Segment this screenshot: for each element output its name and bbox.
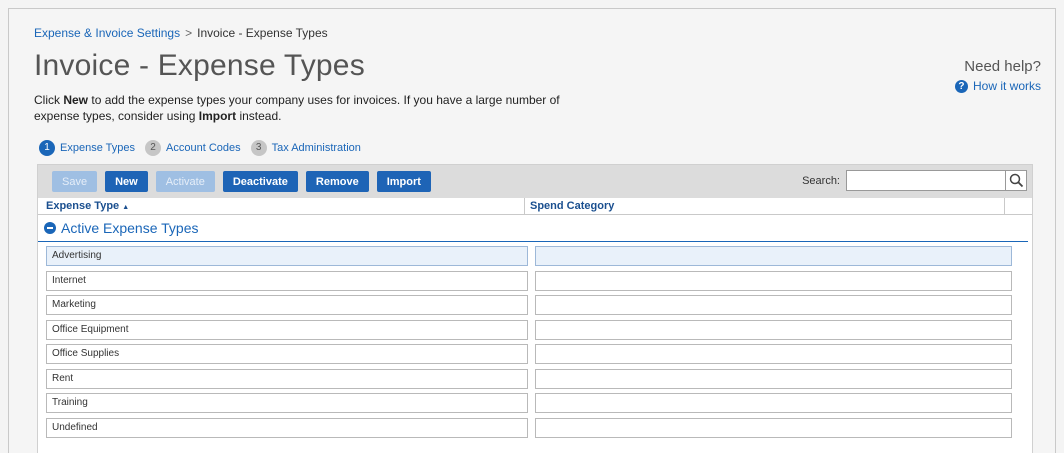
step-expense-types[interactable]: 1 Expense Types	[39, 140, 135, 156]
search-area: Search:	[802, 170, 1027, 191]
desc-text-3: instead.	[236, 109, 282, 123]
expense-type-cell: Undefined	[46, 417, 528, 438]
new-button[interactable]: New	[105, 171, 148, 192]
activate-button[interactable]: Activate	[155, 171, 215, 192]
deactivate-button[interactable]: Deactivate	[222, 171, 298, 192]
spend-category-cell	[535, 246, 1012, 267]
expense-type-cell: Office Supplies	[46, 344, 528, 365]
table-body: Advertising Internet Marketing Office Eq…	[38, 242, 1032, 440]
help-area: Need help? ? How it works	[954, 58, 1041, 94]
spend-category-cell	[535, 270, 1012, 291]
how-it-works-label: How it works	[972, 79, 1041, 93]
collapse-icon	[44, 222, 56, 234]
expense-type-cell: Office Equipment	[46, 319, 528, 340]
table-row[interactable]: Marketing	[38, 293, 1032, 318]
step-tax-administration[interactable]: 3 Tax Administration	[250, 140, 361, 156]
search-icon	[1009, 173, 1023, 188]
breadcrumb-parent-link[interactable]: Expense & Invoice Settings	[34, 26, 180, 40]
table-row[interactable]: Office Supplies	[38, 342, 1032, 367]
column-header-spend-category[interactable]: Spend Category	[525, 198, 1005, 214]
spend-category-cell	[535, 417, 1012, 438]
step-number: 2	[145, 140, 162, 156]
desc-new-word: New	[63, 93, 89, 107]
breadcrumb: Expense & Invoice Settings > Invoice - Exp…	[34, 26, 328, 40]
import-button[interactable]: Import	[376, 171, 431, 192]
column-header-label: Expense Type	[46, 200, 120, 212]
need-help-label: Need help?	[964, 58, 1041, 75]
search-label: Search:	[802, 174, 840, 187]
expense-type-cell: Training	[46, 393, 528, 414]
spend-category-cell	[535, 393, 1012, 414]
spend-category-cell	[535, 368, 1012, 389]
step-label: Tax Administration	[271, 142, 361, 154]
wizard-steps: 1 Expense Types 2 Account Codes 3 Tax Admin…	[39, 140, 371, 156]
page-description: Click New to add the expense types your …	[34, 92, 604, 124]
table-header: Expense Type ▲ Spend Category	[38, 198, 1032, 215]
page-title: Invoice - Expense Types	[34, 49, 365, 82]
sort-asc-icon: ▲	[122, 204, 130, 211]
toolbar: Save New Activate Deactivate Remove Impo…	[38, 165, 1032, 198]
step-account-codes[interactable]: 2 Account Codes	[145, 140, 241, 156]
table-row[interactable]: Rent	[38, 367, 1032, 392]
expense-types-panel: Save New Activate Deactivate Remove Impo…	[37, 164, 1033, 453]
save-button[interactable]: Save	[52, 171, 98, 192]
expense-type-cell: Internet	[46, 270, 528, 291]
group-header-active[interactable]: Active Expense Types	[38, 215, 1028, 242]
expense-type-cell: Rent	[46, 368, 528, 389]
breadcrumb-separator: >	[185, 26, 193, 40]
step-number: 3	[250, 140, 267, 156]
spend-category-cell	[535, 295, 1012, 316]
step-label: Expense Types	[60, 142, 136, 154]
table-row[interactable]: Advertising	[38, 244, 1032, 269]
desc-text-1: Click	[34, 93, 64, 107]
search-input[interactable]	[846, 170, 1006, 191]
question-icon: ?	[954, 79, 968, 93]
expense-type-cell: Advertising	[46, 246, 528, 267]
column-header-expense-type[interactable]: Expense Type ▲	[38, 198, 525, 214]
desc-import-word: Import	[198, 109, 237, 123]
table-row[interactable]: Office Equipment	[38, 318, 1032, 343]
table-row[interactable]: Internet	[38, 269, 1032, 294]
remove-button[interactable]: Remove	[305, 171, 369, 192]
table-row[interactable]: Training	[38, 391, 1032, 416]
step-label: Account Codes	[166, 142, 241, 154]
spend-category-cell	[535, 344, 1012, 365]
how-it-works-link[interactable]: ? How it works	[954, 79, 1041, 93]
desc-text-2: to add the expense types your company us…	[34, 93, 560, 123]
spend-category-cell	[535, 319, 1012, 340]
search-button[interactable]	[1006, 170, 1027, 191]
group-label: Active Expense Types	[61, 220, 199, 236]
expense-type-cell: Marketing	[46, 295, 528, 316]
table-row[interactable]: Undefined	[38, 416, 1032, 441]
breadcrumb-current: Invoice - Expense Types	[197, 26, 328, 40]
step-number: 1	[39, 140, 55, 156]
